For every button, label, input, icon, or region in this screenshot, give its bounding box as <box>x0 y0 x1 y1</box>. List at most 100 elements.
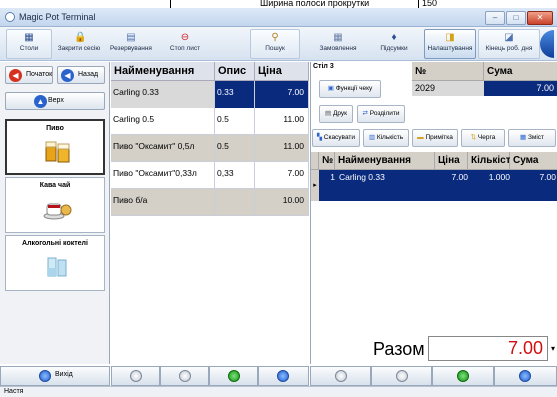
status-bar: Настя <box>0 386 557 397</box>
category-coffee-tea[interactable]: Кава чай <box>5 177 105 233</box>
reservation-button[interactable]: ▤ Резервування <box>106 29 156 59</box>
table-row[interactable]: Carling 0.5 0.5 11.00 <box>111 108 309 135</box>
cocktail-icon <box>42 254 72 280</box>
cancel-button[interactable]: ▚ Скасувати <box>312 129 360 147</box>
totals-icon: ♦ <box>391 32 397 43</box>
back-arrow-icon: ◀ <box>61 69 74 82</box>
order-nav-next-button[interactable] <box>432 366 494 386</box>
split-button[interactable]: ⇄ Розділити <box>357 105 405 123</box>
total-dropdown-icon[interactable]: ▾ <box>548 336 557 361</box>
total-value: 7.00 <box>428 336 548 361</box>
search-icon: ⚲ <box>271 32 279 43</box>
end-day-icon: ◪ <box>504 32 514 43</box>
menu-grid: Найменування Опис Ціна Carling 0.33 0.33… <box>111 62 309 364</box>
note-button[interactable]: ▬ Примітка <box>412 129 458 147</box>
row-pointer-icon: ▸ <box>311 170 319 201</box>
column-header-name[interactable]: Найменування <box>111 62 215 81</box>
coffee-cup-icon <box>42 196 72 222</box>
printer-icon: ▤ <box>325 110 333 117</box>
check-functions-button[interactable]: ▣ Функції чеку <box>319 80 381 98</box>
grid-nav-prev-button[interactable] <box>160 366 209 386</box>
scrollbar-width-label: Ширина полоси прокрутки <box>260 0 370 8</box>
exit-button[interactable]: Вихід <box>0 366 110 386</box>
order-nav-first-button[interactable] <box>310 366 371 386</box>
queue-icon: ⇅ <box>470 134 478 141</box>
change-button[interactable]: ▦ Зміст <box>508 129 556 147</box>
grid-nav-next-button[interactable] <box>209 366 258 386</box>
table-label: Стіл 3 <box>313 63 334 70</box>
top-strip: Ширина полоси прокрутки 150 <box>0 0 557 8</box>
print-button[interactable]: ▤ Друк <box>319 105 353 123</box>
order-nav-prev-button[interactable] <box>371 366 432 386</box>
status-user: Настя <box>4 388 24 395</box>
settings-button[interactable]: ◨ Налаштування <box>424 29 476 59</box>
start-button[interactable]: ◀ Початок <box>5 66 53 84</box>
minimize-button[interactable]: – <box>485 11 505 25</box>
maximize-button[interactable]: □ <box>506 11 526 25</box>
orders-button[interactable]: ▦ Замовлення <box>312 29 364 59</box>
item-header-quantity: Кількість <box>468 152 517 170</box>
row-indicator-header <box>311 152 319 170</box>
settings-icon: ◨ <box>445 32 455 43</box>
column-header-description[interactable]: Опис <box>215 62 255 81</box>
close-button[interactable]: ✕ <box>527 11 553 25</box>
next-icon <box>228 370 240 382</box>
order-prev-icon <box>396 370 408 382</box>
order-next-icon <box>457 370 469 382</box>
grid-nav-first-button[interactable] <box>111 366 160 386</box>
item-header-price: Ціна <box>435 152 468 170</box>
quantity-button[interactable]: ▥ Кількість <box>363 129 409 147</box>
category-beer[interactable]: Пиво <box>5 119 105 175</box>
item-header-sum: Сума <box>510 152 557 170</box>
app-icon <box>5 12 15 22</box>
queue-button[interactable]: ⇅ Черга <box>461 129 505 147</box>
search-button[interactable]: ⚲ Пошук <box>250 29 300 59</box>
toolbar: ▦ Столи 🔒 Закрити сесію ▤ Резервування ⊖ Сто… <box>0 27 557 61</box>
change-icon: ▦ <box>519 134 528 141</box>
order-first-icon <box>335 370 347 382</box>
table-row[interactable]: Пиво "Оксамит" 0,5л 0.5 11.00 <box>111 135 309 162</box>
category-cocktails[interactable]: Алкогольні коктелі <box>5 235 105 291</box>
table-row[interactable]: Пиво б/а 10.00 <box>111 189 309 216</box>
check-header-number: № <box>412 62 484 81</box>
up-button[interactable]: ▲ Верх <box>5 92 105 110</box>
tables-button[interactable]: ▦ Столи <box>6 29 52 59</box>
lock-icon: 🔒 <box>74 32 87 43</box>
exit-icon <box>39 370 51 382</box>
stop-list-button[interactable]: ⊖ Стоп лист <box>160 29 210 59</box>
scroll-toolbar-button[interactable] <box>540 30 554 58</box>
scrollbar-width-value: 150 <box>422 0 438 8</box>
check-sum[interactable]: 7.00 <box>484 81 557 96</box>
split-icon: ⇄ <box>362 110 370 117</box>
orders-icon: ▦ <box>333 32 343 43</box>
column-header-price[interactable]: Ціна <box>255 62 309 81</box>
totals-button[interactable]: ♦ Підсумки <box>368 29 420 59</box>
end-day-button[interactable]: ◪ Кінець роб. дня <box>478 29 540 59</box>
window-title: Magic Pot Terminal <box>19 12 96 22</box>
order-last-icon <box>519 370 531 382</box>
grid-nav-last-button[interactable] <box>258 366 309 386</box>
category-panel: ◀ Початок ◀ Назад ▲ Верх Пиво Кава чай Алко… <box>0 62 110 364</box>
prev-icon <box>179 370 191 382</box>
total-label: Разом <box>373 339 425 359</box>
back-button[interactable]: ◀ Назад <box>57 66 105 84</box>
cancel-icon: ▚ <box>316 134 324 141</box>
beer-icon <box>43 139 73 165</box>
item-header-number: № <box>319 152 335 170</box>
table-row[interactable]: Carling 0.33 0.33 7.00 <box>111 81 309 108</box>
check-number[interactable]: 2029 <box>412 81 484 96</box>
start-arrow-icon: ◀ <box>9 69 22 82</box>
item-header-name: Найменування <box>335 152 435 170</box>
order-panel: Стіл 3 ▣ Функції чеку ▤ Друк ⇄ Розділити… <box>310 62 557 364</box>
close-session-button[interactable]: 🔒 Закрити сесію <box>56 29 102 59</box>
order-nav-last-button[interactable] <box>494 366 557 386</box>
title-bar: Magic Pot Terminal – □ ✕ <box>0 8 557 27</box>
first-icon <box>130 370 142 382</box>
stop-icon: ⊖ <box>180 32 190 43</box>
calendar-icon: ▤ <box>126 32 136 43</box>
check-header-sum: Сума <box>484 62 557 81</box>
order-item-row[interactable]: 1 Carling 0.33 7.00 1.000 7.00 <box>319 170 557 201</box>
table-row[interactable]: Пиво "Оксамит"0,33л 0,33 7.00 <box>111 162 309 189</box>
grid-icon: ▦ <box>24 32 34 43</box>
check-icon: ▣ <box>327 85 336 92</box>
